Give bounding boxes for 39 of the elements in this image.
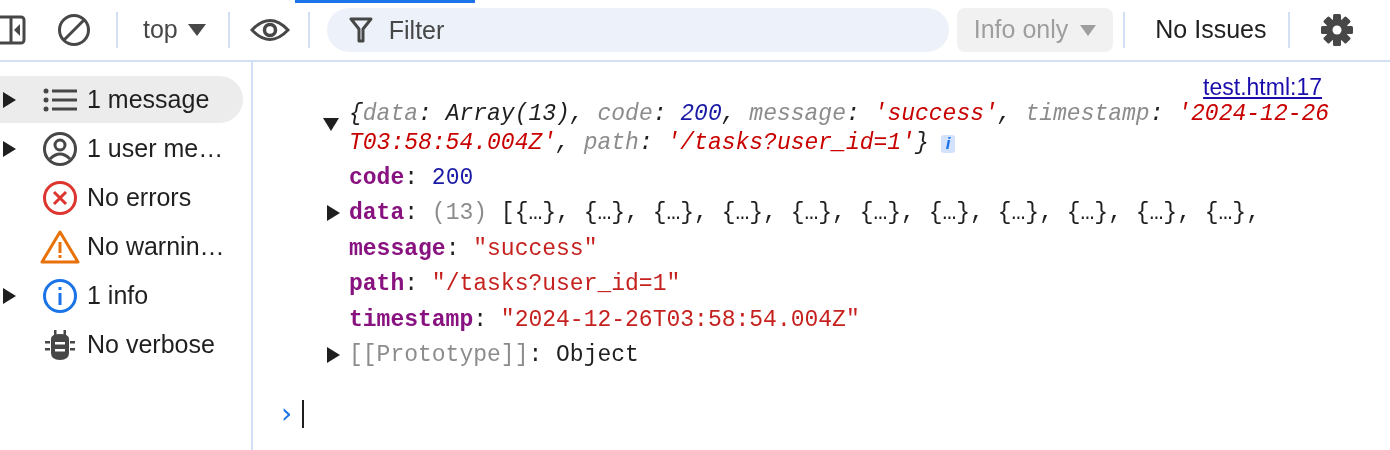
property-line: timestamp: "2024-12-26T03:58:54.004Z" <box>349 305 860 335</box>
info-badge: i <box>940 135 956 153</box>
sidebar-item[interactable]: No verbose <box>0 321 243 368</box>
expand-arrow-icon[interactable] <box>327 347 340 364</box>
sidebar-toggle-icon[interactable] <box>0 15 26 45</box>
info-icon <box>42 277 78 314</box>
user-icon <box>42 130 78 167</box>
prompt-caret: › <box>281 396 293 432</box>
property-line: code: 200 <box>349 163 474 193</box>
property-line: message: "success" <box>349 234 598 264</box>
property-line[interactable]: data: (13) [{…}, {…}, {…}, {…}, {…}, {…}, {…}, {…}, {…}, {…}, {…}, <box>349 196 1260 231</box>
filter-field[interactable]: Filter <box>326 8 949 52</box>
warning-icon <box>40 229 80 264</box>
caret-icon <box>1080 24 1097 36</box>
sidebar-item[interactable]: No warnin… <box>0 223 243 270</box>
sidebar-item[interactable]: No errors <box>0 174 243 221</box>
expand-arrow-icon[interactable] <box>3 287 16 304</box>
eye-icon[interactable] <box>249 17 290 43</box>
issues-button[interactable]: No Issues <box>1155 11 1267 49</box>
source-link[interactable]: test.html:17 <box>1203 74 1322 100</box>
caret-icon <box>187 24 206 36</box>
filter-icon <box>348 17 373 43</box>
error-icon <box>42 179 78 216</box>
expand-arrow-icon[interactable] <box>3 91 16 108</box>
expand-arrow-icon[interactable] <box>327 205 340 222</box>
property-line: path: "/tasks?user_id=1" <box>349 270 681 299</box>
context-dropdown[interactable]: top <box>143 11 206 49</box>
sidebar-item[interactable]: 1 message <box>0 76 243 123</box>
settings-icon[interactable] <box>1320 13 1355 47</box>
clear-console-icon[interactable] <box>57 13 91 47</box>
object-summary[interactable]: {data: Array(13), code: 200, message: 'success', timestamp: '2024-12-26T03:58:54.004Z', path: '/tasks?user_id=1'} i <box>349 100 1334 158</box>
collapse-arrow-icon[interactable] <box>323 118 339 131</box>
list-icon <box>43 87 77 112</box>
expand-arrow-icon[interactable] <box>3 140 16 157</box>
sidebar-item[interactable]: 1 user me… <box>0 125 243 172</box>
bug-icon <box>45 328 75 361</box>
property-line[interactable]: [[Prototype]]: Object <box>349 338 639 373</box>
text-cursor <box>302 400 305 428</box>
sidebar-item[interactable]: 1 info <box>0 272 243 319</box>
